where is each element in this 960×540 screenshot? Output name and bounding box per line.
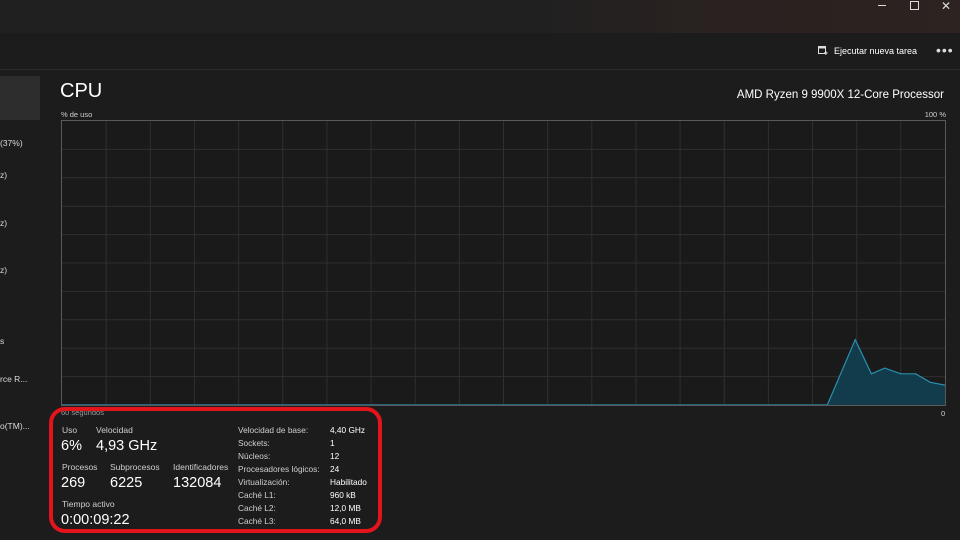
spec-label: Caché L1: <box>238 490 276 500</box>
speed-value: 4,93 GHz <box>96 438 158 454</box>
spec-value: 960 kB <box>330 490 356 500</box>
threads-value: 6225 <box>110 475 143 491</box>
handles-value: 132084 <box>173 475 222 491</box>
sidebar-item-memory[interactable]: (37%) <box>0 138 23 148</box>
sidebar-item-disk-2[interactable]: z) <box>0 265 7 275</box>
spec-label: Caché L3: <box>238 516 276 526</box>
spec-label: Sockets: <box>238 438 270 448</box>
spec-value: 64,0 MB <box>330 516 361 526</box>
uptime-value: 0:00:09:22 <box>61 512 130 528</box>
processes-value: 269 <box>61 475 86 491</box>
graph-y-max-label: 100 % <box>924 110 946 119</box>
cpu-usage-point <box>870 373 873 375</box>
spec-value: 1 <box>330 438 335 448</box>
sidebar-item-gpu-1[interactable]: o(TM)... <box>0 421 30 431</box>
run-new-task-button[interactable]: Ejecutar nueva tarea <box>818 43 917 59</box>
title-bar: ✕ <box>0 0 960 33</box>
run-new-task-label: Ejecutar nueva tarea <box>834 46 918 56</box>
page-title: CPU <box>60 80 103 102</box>
spec-value: 24 <box>330 464 340 474</box>
run-task-icon <box>818 46 828 55</box>
spec-label: Velocidad de base: <box>238 425 309 435</box>
spec-label: Núcleos: <box>238 451 271 461</box>
processor-name: AMD Ryzen 9 9900X 12-Core Processor <box>736 89 944 101</box>
spec-value: 12,0 MB <box>330 503 361 513</box>
sidebar-item-selected[interactable] <box>0 76 40 120</box>
spec-value: Habilitado <box>330 477 367 487</box>
toolbar: Ejecutar nueva tarea ••• <box>0 33 960 70</box>
cpu-usage-point <box>915 373 917 375</box>
graph-y-label: % de uso <box>61 110 93 119</box>
more-options-button[interactable]: ••• <box>936 43 954 57</box>
sidebar-item-disk-1[interactable]: z) <box>0 218 7 228</box>
spec-label: Virtualización: <box>238 477 290 487</box>
cpu-usage-graph-svg <box>62 121 945 405</box>
cpu-usage-point <box>929 381 931 383</box>
graph-x-min-label: 0 <box>941 409 946 418</box>
cpu-usage-graph <box>61 120 946 406</box>
spec-value: 12 <box>330 451 340 461</box>
cpu-usage-point <box>884 367 886 369</box>
cpu-usage-point <box>854 339 856 341</box>
speed-label: Velocidad <box>96 425 133 435</box>
usage-label: Uso <box>62 425 78 435</box>
handles-label: Identificadores <box>173 462 229 472</box>
uptime-label: Tiempo activo <box>62 499 115 509</box>
spec-label: Caché L2: <box>238 503 276 513</box>
threads-label: Subprocesos <box>110 462 160 472</box>
processes-label: Procesos <box>62 462 98 472</box>
minimize-icon[interactable] <box>866 0 898 14</box>
spec-value: 4,40 GHz <box>330 425 366 435</box>
spec-label: Procesadores lógicos: <box>238 464 320 474</box>
sidebar-item-gpu-0[interactable]: rce R... <box>0 374 27 384</box>
maximize-icon[interactable] <box>898 0 930 14</box>
cpu-usage-point <box>900 373 902 375</box>
sidebar: (37%) z) z) z) s rce R... o(TM)... <box>0 70 40 540</box>
sidebar-item-network[interactable]: s <box>0 336 4 346</box>
usage-value: 6% <box>61 438 82 454</box>
close-icon[interactable]: ✕ <box>930 0 960 14</box>
sidebar-item-disk-0[interactable]: z) <box>0 170 7 180</box>
